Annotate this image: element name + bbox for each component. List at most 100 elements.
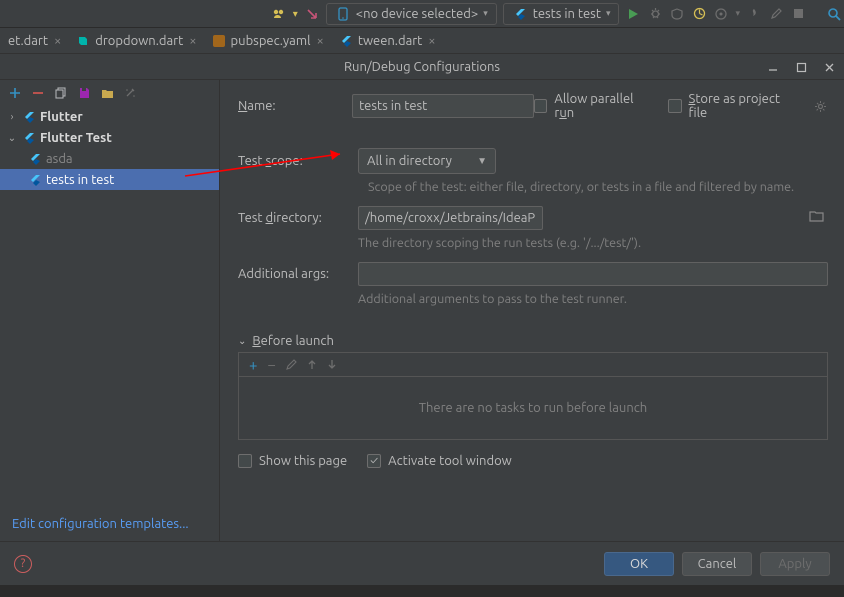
store-project-checkbox[interactable]: Store as project file (668, 92, 795, 120)
chevron-down-icon: ⌄ (238, 335, 246, 347)
chevron-down-icon: ▼ (477, 155, 487, 167)
dialog-footer: ? OK Cancel Apply (0, 541, 844, 585)
pencil-icon[interactable] (768, 6, 784, 22)
dialog-title: Run/Debug Configurations (344, 60, 500, 74)
ide-toolbar: ▾ <no device selected> ▾ tests in test ▾… (0, 0, 844, 28)
copy-icon[interactable] (53, 85, 69, 101)
chevron-down-icon[interactable]: ▾ (293, 8, 298, 20)
editor-tab[interactable]: pubspec.yaml × (205, 28, 332, 54)
activate-tool-checkbox[interactable]: Activate tool window (367, 454, 512, 468)
dialog-titlebar: Run/Debug Configurations (0, 54, 844, 80)
tree-label: tests in test (46, 173, 114, 187)
ok-button[interactable]: OK (604, 552, 674, 576)
chevron-down-icon: ▾ (606, 8, 611, 19)
chevron-down-icon[interactable]: ▾ (735, 8, 740, 19)
chevron-right-icon[interactable]: › (6, 111, 18, 122)
flutter-icon (22, 131, 36, 145)
pair-icon[interactable] (271, 6, 287, 22)
args-input[interactable] (358, 262, 828, 286)
run-icon[interactable] (625, 6, 641, 22)
yaml-icon (213, 35, 225, 47)
dart-icon (77, 35, 89, 47)
flutter-icon (22, 110, 36, 124)
up-arrow-icon[interactable] (307, 359, 317, 370)
apply-button[interactable]: Apply (760, 552, 830, 576)
scope-select[interactable]: All in directory ▼ (358, 148, 496, 174)
no-tasks-text: There are no tasks to run before launch (419, 401, 647, 415)
device-label: <no device selected> (356, 7, 478, 21)
name-label: Name: (238, 99, 352, 113)
flutter-icon (512, 6, 528, 22)
tree-label: asda (46, 152, 73, 166)
tree-leaf-selected[interactable]: tests in test (0, 169, 219, 190)
editor-tab[interactable]: dropdown.dart × (69, 28, 204, 54)
args-label: Additional args: (238, 267, 358, 281)
before-launch-header[interactable]: ⌄ Before launch (238, 334, 828, 348)
remove-icon[interactable]: − (267, 357, 275, 372)
allow-parallel-checkbox[interactable]: Allow parallel run (534, 92, 650, 120)
profile-icon[interactable] (691, 6, 707, 22)
edit-templates-link[interactable]: Edit configuration templates... (0, 507, 219, 541)
directory-input[interactable] (358, 206, 543, 230)
down-arrow-icon[interactable] (327, 359, 337, 370)
add-icon[interactable] (7, 85, 23, 101)
run-config-selector[interactable]: tests in test ▾ (503, 3, 620, 25)
scope-label: Test scope: (238, 154, 358, 168)
tree-node-flutter[interactable]: › Flutter (0, 106, 219, 127)
tree-label: Flutter Test (40, 131, 112, 145)
scope-value: All in directory (367, 154, 452, 168)
tab-label: tween.dart (358, 34, 422, 48)
flutter-icon (28, 152, 42, 166)
editor-tab[interactable]: tween.dart × (332, 28, 444, 54)
remove-icon[interactable] (30, 85, 46, 101)
show-page-checkbox[interactable]: Show this page (238, 454, 347, 468)
dialog-content: › Flutter ⌄ Flutter Test asda (0, 80, 844, 541)
gear-icon[interactable] (813, 98, 828, 114)
close-icon[interactable]: × (428, 34, 435, 48)
tree-toolbar (0, 80, 219, 106)
save-icon[interactable] (76, 85, 92, 101)
config-form: Name: Allow parallel run Store as projec… (220, 80, 844, 541)
tab-label: dropdown.dart (95, 34, 183, 48)
chevron-down-icon: ▾ (483, 8, 488, 19)
phone-icon (335, 6, 351, 22)
attach-icon[interactable] (713, 6, 729, 22)
cancel-button[interactable]: Cancel (682, 552, 752, 576)
wand-icon[interactable] (122, 85, 138, 101)
before-launch-list[interactable]: There are no tasks to run before launch (238, 376, 828, 440)
tree-label: Flutter (40, 110, 83, 124)
args-hint: Additional arguments to pass to the test… (238, 292, 828, 306)
tree-node-flutter-test[interactable]: ⌄ Flutter Test (0, 127, 219, 148)
chevron-down-icon[interactable]: ⌄ (6, 132, 18, 144)
flutter-icon (28, 173, 42, 187)
dir-hint: The directory scoping the run tests (e.g… (238, 236, 828, 250)
close-button[interactable] (818, 58, 840, 76)
stop-icon[interactable] (790, 6, 806, 22)
search-icon[interactable] (826, 6, 842, 22)
close-icon[interactable]: × (316, 34, 323, 48)
debug-icon[interactable] (647, 6, 663, 22)
help-icon[interactable]: ? (14, 555, 32, 573)
flutter-icon (340, 35, 352, 47)
coverage-icon[interactable] (669, 6, 685, 22)
tab-label: et.dart (8, 34, 48, 48)
config-tree[interactable]: › Flutter ⌄ Flutter Test asda (0, 106, 219, 507)
edit-icon[interactable] (286, 359, 297, 370)
run-config-label: tests in test (533, 7, 601, 21)
editor-tab[interactable]: et.dart × (0, 28, 69, 54)
hot-reload-icon[interactable] (746, 6, 762, 22)
editor-tabs: et.dart × dropdown.dart × pubspec.yaml ×… (0, 28, 844, 54)
vcs-arrow-icon[interactable] (304, 6, 320, 22)
folder-icon[interactable] (99, 85, 115, 101)
name-input[interactable] (352, 94, 534, 118)
device-selector[interactable]: <no device selected> ▾ (326, 3, 497, 25)
browse-folder-icon[interactable] (809, 209, 824, 222)
close-icon[interactable]: × (189, 34, 196, 48)
minimize-button[interactable] (762, 58, 784, 76)
add-icon[interactable]: + (249, 357, 257, 372)
close-icon[interactable]: × (54, 34, 61, 48)
before-launch-toolbar: + − (238, 352, 828, 376)
maximize-button[interactable] (790, 58, 812, 76)
tree-leaf[interactable]: asda (0, 148, 219, 169)
scope-hint: Scope of the test: either file, director… (238, 180, 828, 194)
